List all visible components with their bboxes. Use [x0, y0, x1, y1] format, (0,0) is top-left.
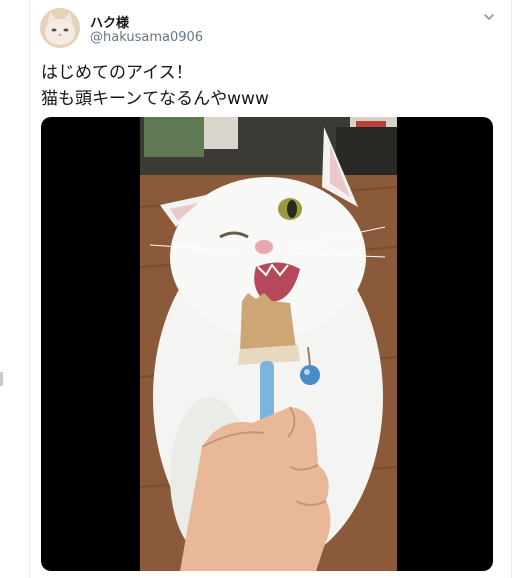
avatar[interactable] — [40, 8, 80, 48]
tweet-text-line-2: 猫も頭キーンてなるんやwww — [41, 89, 269, 109]
video-frame[interactable] — [140, 117, 397, 571]
display-name[interactable]: ハク様 — [90, 12, 129, 31]
timeline-left-border — [29, 0, 30, 578]
scroll-edge — [0, 0, 6, 578]
avatar-cat-icon — [40, 8, 80, 48]
timeline-right-border — [511, 0, 512, 578]
user-handle[interactable]: @hakusama0906 — [90, 30, 203, 45]
chevron-down-icon[interactable] — [482, 10, 496, 24]
tweet-text-line-1: はじめてのアイス！ — [41, 63, 193, 83]
video-frame-image — [140, 117, 397, 571]
tweet-video[interactable] — [41, 117, 493, 571]
scroll-indicator — [0, 372, 3, 386]
